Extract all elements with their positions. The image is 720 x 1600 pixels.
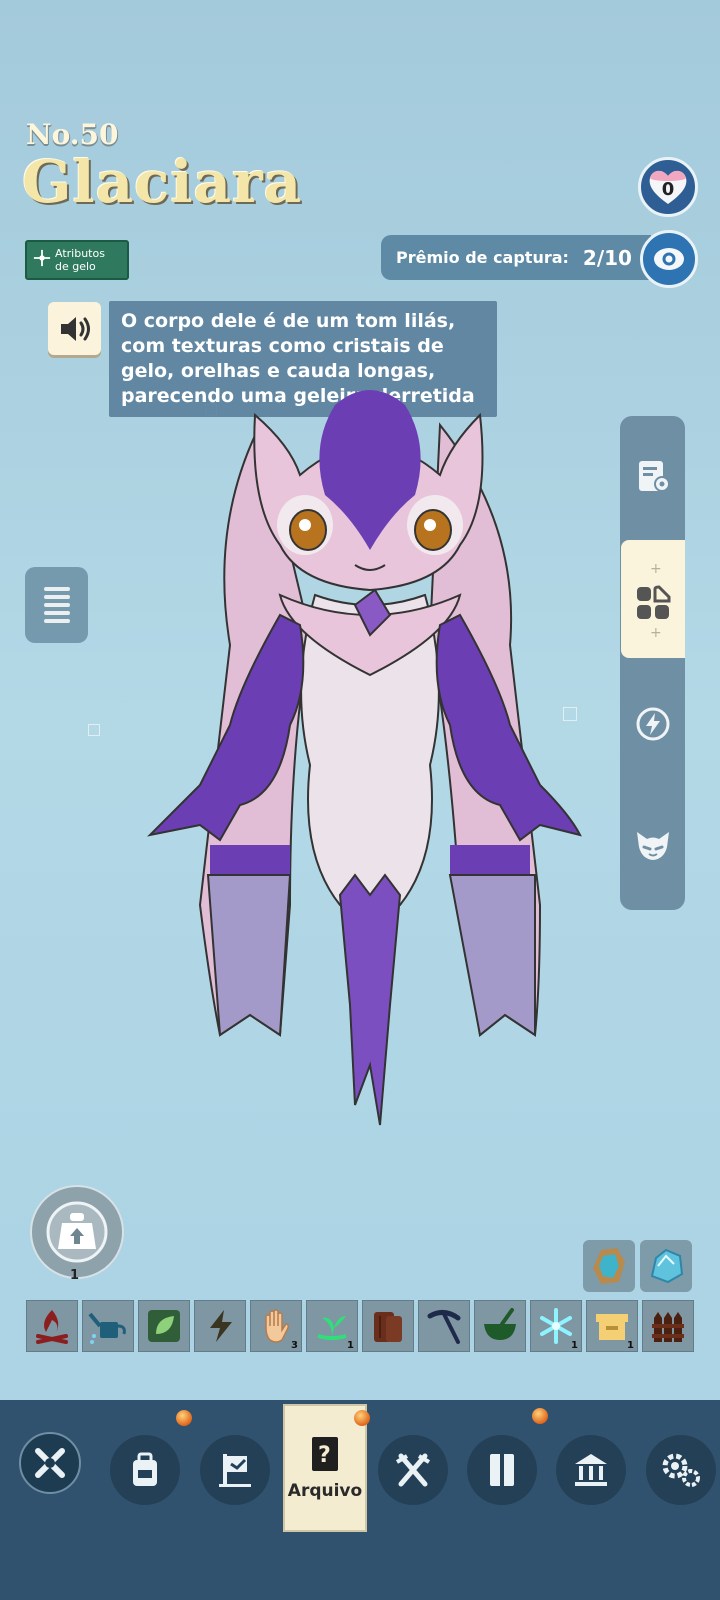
snowflake-icon bbox=[540, 1308, 572, 1344]
creature-illustration bbox=[146, 390, 582, 1126]
voice-button[interactable] bbox=[48, 302, 101, 355]
speaker-icon bbox=[60, 316, 90, 341]
grid-shapes-icon: + + bbox=[637, 561, 671, 639]
skill-slot[interactable]: 1 bbox=[530, 1300, 582, 1352]
skill-count: 1 bbox=[571, 1340, 578, 1351]
sprout-icon bbox=[317, 1316, 347, 1340]
skill-slot[interactable] bbox=[26, 1300, 78, 1352]
form-button-active[interactable]: + + bbox=[621, 540, 685, 658]
ore-crystal-icon bbox=[593, 1248, 625, 1284]
svg-text:+: + bbox=[650, 625, 662, 639]
flag-icon bbox=[219, 1454, 251, 1487]
capture-reward-label: Prêmio de captura: bbox=[396, 248, 569, 267]
skill-slot[interactable] bbox=[82, 1300, 134, 1352]
leaf-icon bbox=[148, 1310, 180, 1342]
creature-face-icon bbox=[636, 832, 669, 860]
skill-slot[interactable] bbox=[362, 1300, 414, 1352]
skill-slot[interactable] bbox=[642, 1300, 694, 1352]
attribute-badge[interactable]: Atributos de gelo bbox=[25, 240, 129, 280]
side-toolbar bbox=[620, 416, 685, 910]
skill-count: 1 bbox=[627, 1340, 634, 1351]
skill-slot[interactable] bbox=[194, 1300, 246, 1352]
ice-crystal-icon bbox=[650, 1248, 684, 1284]
skill-slot[interactable]: 1 bbox=[306, 1300, 358, 1352]
skill-slot[interactable]: 1 bbox=[586, 1300, 638, 1352]
skill-button[interactable] bbox=[620, 691, 685, 757]
skill-count: 1 bbox=[347, 1340, 354, 1351]
crossed-swords-icon bbox=[395, 1453, 431, 1487]
skill-slot[interactable] bbox=[138, 1300, 190, 1352]
nav-crossed-swords[interactable] bbox=[378, 1435, 448, 1505]
log-icon bbox=[374, 1312, 402, 1342]
list-menu-button[interactable] bbox=[25, 567, 88, 643]
ice-crystal-material-slot[interactable] bbox=[640, 1240, 692, 1292]
favorite-button[interactable]: 0 bbox=[638, 157, 698, 217]
heart-count: 0 bbox=[661, 178, 675, 200]
mortar-icon bbox=[484, 1308, 516, 1340]
capture-reward-panel: Prêmio de captura: 2/10 bbox=[381, 235, 651, 280]
creature-name: Glaciara bbox=[22, 148, 303, 216]
capture-reward-button[interactable] bbox=[640, 230, 698, 288]
creature-number: No.50 bbox=[26, 118, 119, 151]
attribute-label: Atributos de gelo bbox=[55, 247, 105, 273]
nav-settings[interactable] bbox=[646, 1435, 716, 1505]
book-icon bbox=[490, 1454, 514, 1486]
skill-slot[interactable] bbox=[474, 1300, 526, 1352]
eye-icon bbox=[654, 248, 684, 270]
weight-count: 1 bbox=[70, 1268, 80, 1283]
gears-icon bbox=[662, 1453, 700, 1487]
weight-upload-icon bbox=[46, 1201, 108, 1263]
notification-dot bbox=[176, 1410, 192, 1426]
document-settings-icon bbox=[638, 461, 670, 492]
close-icon bbox=[35, 1448, 65, 1478]
skill-count: 3 bbox=[291, 1340, 298, 1351]
nav-bag[interactable] bbox=[110, 1435, 180, 1505]
hand-icon bbox=[265, 1309, 289, 1343]
ore-material-slot[interactable] bbox=[583, 1240, 635, 1292]
watering-can-icon bbox=[88, 1312, 126, 1344]
pickaxe-icon bbox=[427, 1310, 461, 1344]
close-button[interactable] bbox=[19, 1432, 81, 1494]
sparkle-decoration bbox=[88, 724, 100, 736]
creature-face-button[interactable] bbox=[620, 813, 685, 879]
snowflake-icon bbox=[33, 249, 51, 271]
weight-button[interactable] bbox=[30, 1185, 124, 1279]
crate-icon bbox=[596, 1314, 628, 1340]
details-settings-button[interactable] bbox=[620, 443, 685, 509]
lightning-circle-icon bbox=[636, 707, 669, 741]
capture-reward-value: 2/10 bbox=[582, 245, 632, 270]
notification-dot bbox=[354, 1410, 370, 1426]
svg-text:?: ? bbox=[318, 1443, 331, 1468]
svg-text:+: + bbox=[650, 561, 662, 577]
nav-archive-label: Arquivo bbox=[287, 1481, 363, 1501]
notification-dot bbox=[532, 1408, 548, 1424]
lightning-icon bbox=[210, 1310, 232, 1342]
skill-slot[interactable]: 3 bbox=[250, 1300, 302, 1352]
list-icon bbox=[43, 587, 70, 623]
skill-slot[interactable] bbox=[418, 1300, 470, 1352]
nav-flag[interactable] bbox=[200, 1435, 270, 1505]
fence-icon bbox=[652, 1312, 684, 1342]
nav-archive-active[interactable]: ? Arquivo bbox=[283, 1404, 367, 1532]
question-book-icon: ? bbox=[312, 1437, 338, 1471]
campfire-icon bbox=[36, 1310, 68, 1344]
museum-icon bbox=[575, 1454, 607, 1486]
nav-book[interactable] bbox=[467, 1435, 537, 1505]
nav-museum[interactable] bbox=[556, 1435, 626, 1505]
backpack-icon bbox=[133, 1452, 157, 1486]
